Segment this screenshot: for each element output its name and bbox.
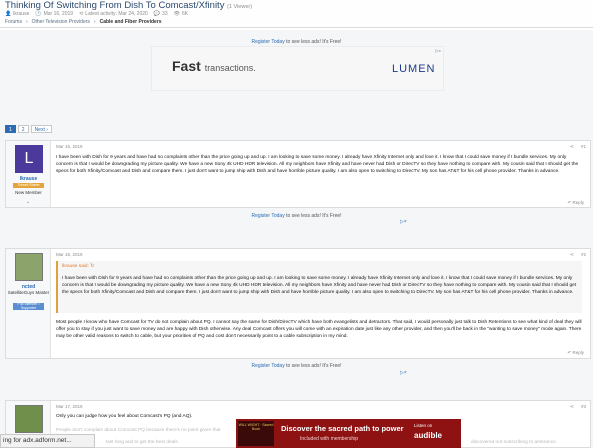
chevron-right-icon: ›	[25, 19, 28, 25]
thread-title: Thinking Of Switching From Dish To Comca…	[5, 0, 252, 11]
ad-listen-label: Listen on	[414, 423, 433, 428]
breadcrumb-forums[interactable]: Forums	[5, 19, 22, 25]
ad-book-cover: WILL WIGHT · Sacred Book	[238, 421, 274, 446]
post-1: L lkrause Thread Starter New Member ⌄ Ma…	[5, 140, 591, 208]
browser-status-bar: ing for adx.adform.net...	[0, 434, 95, 448]
avatar[interactable]: L	[15, 145, 43, 173]
ad-title: Discover the sacred path to power	[281, 424, 404, 433]
breadcrumb: Forums › Other Television Providers › Ca…	[0, 17, 593, 28]
username[interactable]: lkrause	[6, 176, 51, 182]
supporter-badge: Pub Member • Supporter	[13, 302, 44, 310]
register-ad-notice-2: Register Today to see less ads! It's Fre…	[0, 213, 593, 219]
user-role: New Member	[15, 190, 42, 195]
user-title: SatelliteGuys Master	[7, 290, 50, 295]
page-1-button[interactable]: 1	[5, 125, 16, 133]
post-text: I have been with Dish for 9 years and ha…	[56, 155, 579, 174]
post-text-faded: last long and to get the best deals	[106, 440, 178, 445]
reply-label: Reply	[572, 200, 584, 205]
lumen-ad-banner[interactable]: Fast transactions. LUMEN ▷×	[151, 46, 444, 91]
register-ad-notice-3: Register Today to see less ads! It's Fre…	[0, 363, 593, 369]
ad-subtitle: Included with membership	[300, 436, 359, 442]
chevron-right-icon: ›	[93, 19, 96, 25]
audible-logo: audible	[414, 431, 443, 440]
reply-button[interactable]: ↶ Reply	[567, 200, 584, 206]
post-user-panel: ncted SatelliteGuys Master Pub Member • …	[6, 249, 51, 358]
quote-block: lkrause said: ↻ I have been with Dish fo…	[56, 261, 582, 313]
register-link[interactable]: Register Today	[251, 39, 284, 45]
post-number[interactable]: #2	[581, 252, 586, 257]
quote-author[interactable]: lkrause said: ↻	[62, 264, 94, 269]
register-link[interactable]: Register Today	[251, 213, 284, 219]
post-body: Mar 16, 2019 ⋖ #2 lkrause said: ↻ I have…	[56, 249, 590, 358]
chevron-down-icon[interactable]: ⌄	[26, 199, 30, 205]
reply-label: Reply	[572, 350, 584, 355]
register-ad-notice: Register Today to see less ads! It's Fre…	[0, 39, 593, 45]
ad-headline: Fast transactions.	[172, 58, 256, 74]
post-date[interactable]: Mar 16, 2019	[56, 252, 83, 257]
post-body: Mar 16, 2019 ⋖ #1 I have been with Dish …	[56, 141, 590, 207]
viewer-count: (1 Viewer)	[227, 4, 253, 10]
thread-content: Register Today to see less ads! It's Fre…	[0, 30, 593, 448]
post-text-faded: People don't complain about Comcast PQ b…	[56, 428, 221, 433]
ad-tagline: transactions.	[204, 63, 256, 73]
post-date[interactable]: Mar 17, 2019	[56, 404, 83, 409]
audible-ad-banner[interactable]: WILL WIGHT · Sacred Book Discover the sa…	[236, 419, 461, 448]
share-icon[interactable]: ⋖	[570, 144, 574, 150]
ad-choices-icon[interactable]: ▷×	[436, 48, 441, 53]
ad-choices-icon[interactable]: ▷×	[400, 370, 407, 376]
thread-starter-badge: Thread Starter	[13, 183, 44, 188]
post-number[interactable]: #1	[581, 144, 586, 149]
ad-notice-text: to see less ads! It's Free!	[284, 363, 342, 369]
ad-choices-icon[interactable]: ▷×	[400, 219, 407, 225]
register-link[interactable]: Register Today	[251, 363, 284, 369]
post-date[interactable]: Mar 16, 2019	[56, 144, 83, 149]
avatar[interactable]	[15, 405, 43, 433]
breadcrumb-cable-fiber[interactable]: Cable and Fiber Providers	[100, 19, 162, 25]
share-icon[interactable]: ⋖	[570, 404, 574, 410]
post-text: Most people I know who have Comcast for …	[56, 320, 582, 339]
avatar[interactable]	[15, 253, 43, 281]
quote-text: I have been with Dish for 9 years and ha…	[62, 276, 577, 295]
page-2-button[interactable]: 2	[17, 125, 29, 133]
thread-title-text: Thinking Of Switching From Dish To Comca…	[5, 0, 225, 11]
post-2: ncted SatelliteGuys Master Pub Member • …	[5, 248, 591, 359]
post-text-faded: discovered not subscribing to ambrance	[471, 440, 556, 445]
ad-brand-logo: LUMEN	[392, 63, 436, 75]
ad-notice-text: to see less ads! It's Free!	[284, 39, 342, 45]
reply-button[interactable]: ↶ Reply	[567, 350, 584, 356]
post-user-panel: L lkrause Thread Starter New Member ⌄	[6, 141, 51, 207]
pagination: 1 2 Next ›	[5, 125, 52, 133]
ad-notice-text: to see less ads! It's Free!	[284, 213, 342, 219]
next-page-button[interactable]: Next ›	[30, 125, 52, 133]
post-number[interactable]: #3	[581, 404, 586, 409]
thread-header: Thinking Of Switching From Dish To Comca…	[0, 0, 593, 30]
breadcrumb-other-tv[interactable]: Other Television Providers	[32, 19, 90, 25]
ad-headline-text: Fast	[172, 58, 201, 74]
share-icon[interactable]: ⋖	[570, 252, 574, 258]
